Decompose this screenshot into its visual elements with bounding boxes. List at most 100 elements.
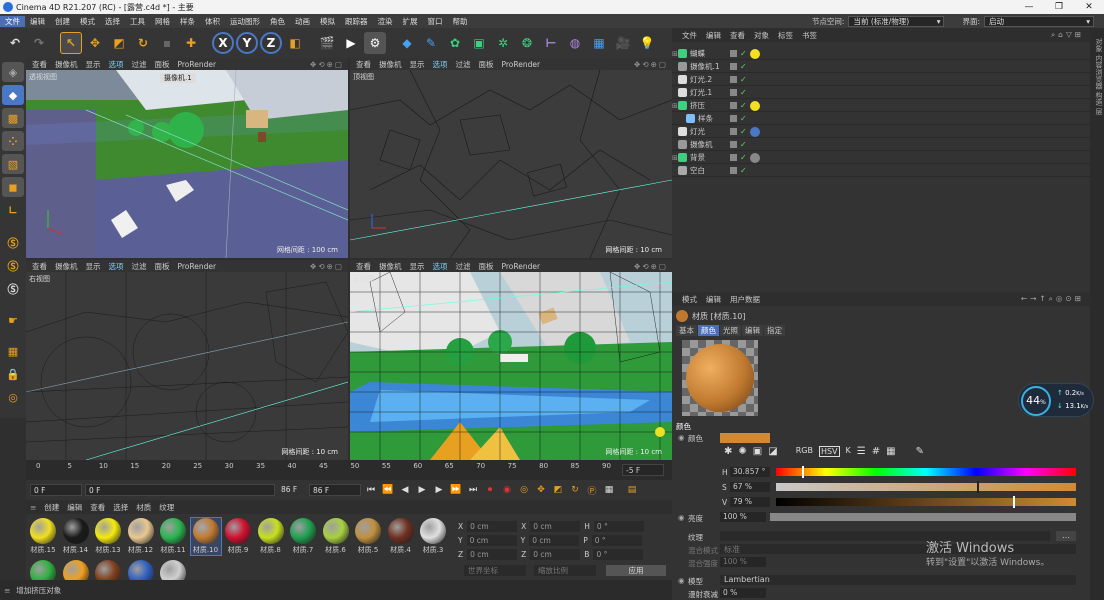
material-item[interactable]: 材质.13 bbox=[93, 518, 123, 555]
model-mode-icon[interactable]: ◆ bbox=[2, 85, 24, 105]
vp2-menu-options[interactable]: 选项 bbox=[433, 59, 448, 70]
material-item[interactable]: 材质.12 bbox=[126, 518, 156, 555]
material-item[interactable]: 材质.4 bbox=[386, 518, 416, 555]
object-name[interactable]: 空白 bbox=[690, 165, 705, 176]
hsv-icon[interactable]: HSV bbox=[818, 446, 840, 457]
minimize-button[interactable]: — bbox=[1014, 2, 1044, 12]
object-row[interactable]: 灯光.2 ✓ bbox=[672, 74, 1090, 86]
key-param-icon[interactable]: Ⓟ bbox=[585, 483, 599, 497]
menu-tracker[interactable]: 跟踪器 bbox=[340, 16, 373, 27]
material-item[interactable]: 材质.9 bbox=[223, 518, 253, 555]
object-row[interactable]: 摄像机 ✓ bbox=[672, 139, 1090, 151]
rotate-icon[interactable]: ↻ bbox=[132, 32, 154, 54]
move-icon[interactable]: ✥ bbox=[84, 32, 106, 54]
current-frame-field[interactable]: 0 F bbox=[85, 484, 275, 496]
mat-menu-material[interactable]: 材质 bbox=[136, 502, 151, 513]
play-icon[interactable]: ▶ bbox=[415, 483, 429, 497]
visibility-check-icon[interactable]: ✓ bbox=[740, 49, 747, 58]
menu-create[interactable]: 创建 bbox=[50, 16, 75, 27]
swatches-icon[interactable]: ▦ bbox=[886, 446, 895, 457]
vp3-menu-prorender[interactable]: ProRender bbox=[178, 262, 217, 271]
coord-z-position[interactable]: 0 cm bbox=[467, 549, 518, 560]
brightness-radio[interactable]: ◉ bbox=[678, 513, 685, 522]
mat-menu-edit[interactable]: 编辑 bbox=[67, 502, 82, 513]
record-icon[interactable]: ⏺ bbox=[483, 483, 497, 497]
color-wheel-icon[interactable]: ✱ bbox=[724, 446, 732, 457]
vp4-menu-display[interactable]: 显示 bbox=[410, 261, 425, 272]
vp1-menu-filter[interactable]: 过滤 bbox=[132, 59, 147, 70]
vp3-menu-view[interactable]: 查看 bbox=[32, 261, 47, 272]
menu-select[interactable]: 选择 bbox=[100, 16, 125, 27]
material-item[interactable]: 材质.11 bbox=[158, 518, 188, 555]
points-mode-icon[interactable]: ⁘ bbox=[2, 131, 24, 151]
vp2-menu-prorender[interactable]: ProRender bbox=[502, 60, 541, 69]
obj-menu-edit[interactable]: 编辑 bbox=[706, 30, 721, 41]
object-name[interactable]: 灯光.1 bbox=[690, 87, 712, 98]
eyedropper-icon[interactable]: ✎ bbox=[916, 446, 924, 457]
make-editable-icon[interactable]: ◈ bbox=[2, 62, 24, 82]
menu-mesh[interactable]: 网格 bbox=[150, 16, 175, 27]
material-item[interactable]: 材质.7 bbox=[288, 518, 318, 555]
obj-menu-view[interactable]: 查看 bbox=[730, 30, 745, 41]
timeline-window-icon[interactable]: ▤ bbox=[625, 483, 639, 497]
prev-key-icon[interactable]: ⏪ bbox=[381, 483, 395, 497]
deformer-icon[interactable]: ⊢ bbox=[540, 32, 562, 54]
live-select-icon[interactable]: ↖ bbox=[60, 32, 82, 54]
object-name[interactable]: 灯光 bbox=[690, 126, 705, 137]
object-row[interactable]: 摄像机.1 ✓ bbox=[672, 61, 1090, 73]
menu-render[interactable]: 渲染 bbox=[373, 16, 398, 27]
visibility-check-icon[interactable]: ✓ bbox=[740, 101, 747, 110]
object-row[interactable]: ⊞ 背景 ✓ bbox=[672, 152, 1090, 164]
network-speed-widget[interactable]: 44% ↑ 0.2K/s ↓ 13.1K/s bbox=[1018, 383, 1094, 417]
lock-icon[interactable]: 🔒 bbox=[2, 364, 24, 384]
s-value-field[interactable]: 67 % bbox=[730, 482, 770, 492]
layer-box-icon[interactable] bbox=[730, 102, 737, 109]
scale-icon[interactable]: ◩ bbox=[108, 32, 130, 54]
material-tag-icon[interactable] bbox=[749, 152, 760, 163]
tab-illumination[interactable]: 光照 bbox=[720, 325, 741, 336]
obj-menu-tags[interactable]: 标签 bbox=[778, 30, 793, 41]
object-name[interactable]: 蝴蝶 bbox=[690, 48, 705, 59]
material-item[interactable]: 材质.14 bbox=[61, 518, 91, 555]
key-scale-icon[interactable]: ◩ bbox=[551, 483, 565, 497]
camera-icon[interactable]: 🎥 bbox=[612, 32, 634, 54]
coord-y-size[interactable]: 0 cm bbox=[529, 535, 580, 546]
vp3-menu-camera[interactable]: 摄像机 bbox=[55, 261, 78, 272]
object-name[interactable]: 摄像机 bbox=[690, 139, 713, 150]
mat-menu-view[interactable]: 查看 bbox=[90, 502, 105, 513]
vp2-menu-filter[interactable]: 过滤 bbox=[456, 59, 471, 70]
coord-scale-select[interactable]: 缩放比例 bbox=[534, 565, 596, 576]
coord-world-select[interactable]: 世界坐标 bbox=[464, 565, 526, 576]
visibility-check-icon[interactable]: ✓ bbox=[740, 127, 747, 136]
object-name[interactable]: 挤压 bbox=[690, 100, 705, 111]
node-space-select[interactable]: 当前 (标准/物理) bbox=[848, 15, 945, 27]
brightness-field[interactable]: 100 % bbox=[720, 512, 766, 522]
vp4-menu-prorender[interactable]: ProRender bbox=[502, 262, 541, 271]
menu-edit[interactable]: 编辑 bbox=[25, 16, 50, 27]
add-icon[interactable]: ✚ bbox=[180, 32, 202, 54]
layout-select[interactable]: 启动 bbox=[984, 15, 1094, 27]
visibility-check-icon[interactable]: ✓ bbox=[740, 62, 747, 71]
vp3-menu-filter[interactable]: 过滤 bbox=[132, 261, 147, 272]
obj-search-icons[interactable]: ⌕⌂▽⊞ bbox=[1051, 30, 1090, 40]
autokey-icon[interactable]: ◉ bbox=[500, 483, 514, 497]
vp2-nav-icons[interactable]: ✥⟲⊕▢ bbox=[634, 60, 672, 69]
layer-box-icon[interactable] bbox=[730, 167, 737, 174]
coordinate-system-icon[interactable]: ◧ bbox=[284, 32, 306, 54]
vp4-menu-camera[interactable]: 摄像机 bbox=[379, 261, 402, 272]
material-tag-icon[interactable] bbox=[749, 48, 760, 59]
material-item[interactable]: 材质.6 bbox=[321, 518, 351, 555]
coord-y-position[interactable]: 0 cm bbox=[466, 535, 517, 546]
layer-box-icon[interactable] bbox=[730, 76, 737, 83]
menu-file[interactable]: 文件 bbox=[0, 15, 25, 27]
vp4-menu-filter[interactable]: 过滤 bbox=[456, 261, 471, 272]
render-view-icon[interactable]: 🎬 bbox=[316, 32, 338, 54]
vp2-menu-camera[interactable]: 摄像机 bbox=[379, 59, 402, 70]
spectrum-icon[interactable]: ✺ bbox=[738, 446, 746, 457]
object-row[interactable]: 灯光 ✓ bbox=[672, 126, 1090, 138]
material-item[interactable]: 材质.10 bbox=[189, 517, 222, 556]
obj-menu-object[interactable]: 对象 bbox=[754, 30, 769, 41]
render-to-viewer-icon[interactable]: ▶ bbox=[340, 32, 362, 54]
visibility-check-icon[interactable]: ✓ bbox=[740, 88, 747, 97]
coord-z-size[interactable]: 0 cm bbox=[530, 549, 581, 560]
